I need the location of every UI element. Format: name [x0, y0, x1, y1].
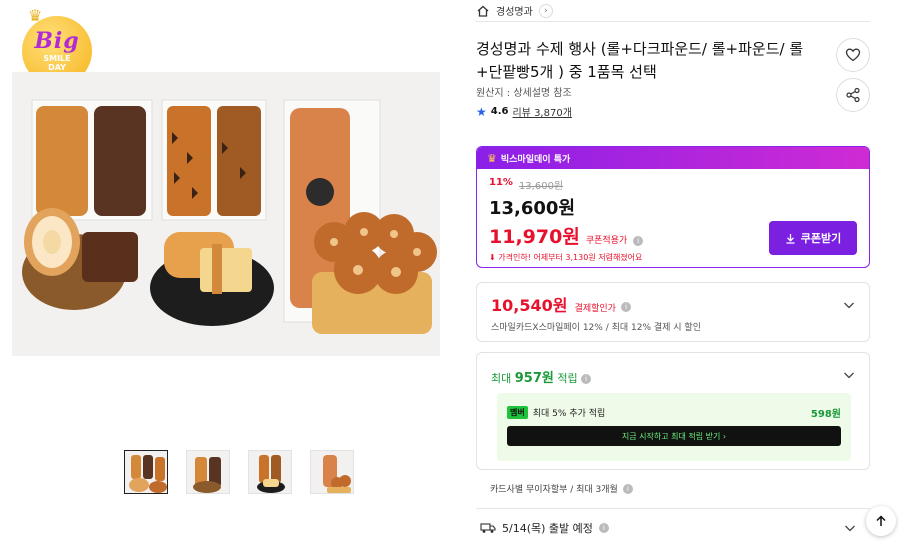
shipping-info[interactable]: 5/14(목) 출발 예정 i: [476, 508, 870, 546]
chevron-down-icon[interactable]: [843, 369, 855, 381]
sale-price: 13,600원: [489, 198, 576, 219]
thumbnail-1[interactable]: [124, 450, 168, 494]
info-icon[interactable]: i: [621, 301, 632, 312]
thumbnail-3[interactable]: [248, 450, 292, 494]
original-price: 13,600원: [518, 181, 564, 192]
card-discount-price: 10,540원: [491, 296, 568, 315]
card-discount-tag: 결제할인가: [574, 304, 616, 314]
installment-info: 카드사별 무이자할부 / 최대 3개월 i: [490, 482, 633, 495]
member-join-button[interactable]: 지금 시작하고 최대 적립 받기 ›: [507, 426, 841, 446]
points-prefix: 최대: [491, 372, 512, 385]
coupon-price-label: 쿠폰적용가: [585, 236, 628, 246]
coupon-download-button[interactable]: 쿠폰받기: [769, 221, 857, 255]
chevron-down-icon[interactable]: [844, 522, 856, 534]
chevron-right-icon[interactable]: ›: [538, 3, 553, 18]
scroll-top-button[interactable]: [866, 506, 896, 536]
member-benefit-box: 멤버 최대 5% 추가 적립 598원 지금 시작하고 최대 적립 받기 ›: [497, 393, 851, 461]
points-header[interactable]: 최대 957원 적립 i: [491, 367, 592, 386]
chevron-down-icon[interactable]: [843, 299, 855, 311]
member-benefit-row: 멤버 최대 5% 추가 적립 598원: [507, 405, 841, 420]
breadcrumb-store-link[interactable]: 경성명과: [496, 3, 533, 18]
review-count-link[interactable]: 리뷰 3,870개: [512, 104, 571, 119]
truck-icon: [480, 522, 496, 533]
discount-rate: 11%: [489, 177, 513, 188]
product-title: 경성명과 수제 행사 (롤+다크파운드/ 롤+파운드/ 롤+단팥빵5개 ) 중 …: [476, 40, 804, 81]
thumbnail-list: [124, 450, 354, 494]
card-discount-description: 스마일카드X스마일페이 12% / 최대 12% 결제 시 할인: [491, 323, 701, 333]
price-down-icon: ⬇: [489, 253, 496, 262]
crown-icon: ♛: [28, 6, 43, 25]
coupon-price: 11,970원: [489, 226, 580, 248]
home-icon[interactable]: [476, 4, 490, 18]
discount-line: 11% 13,600원: [489, 177, 857, 192]
info-icon[interactable]: i: [633, 236, 644, 246]
info-icon[interactable]: i: [581, 374, 592, 384]
share-icon: [846, 87, 860, 103]
thumbnail-4[interactable]: [310, 450, 354, 494]
star-icon: ★: [476, 104, 487, 119]
promo-label: 빅스마일데이 특가: [500, 154, 571, 165]
shipping-date: 5/14(목) 출발 예정: [502, 521, 593, 535]
info-icon[interactable]: i: [622, 483, 633, 494]
origin-info: 원산지 : 상세설명 참조: [476, 88, 572, 99]
badge-line2: DAY: [48, 63, 66, 72]
crown-icon: ♛: [487, 151, 497, 165]
promo-bar: ♛ 빅스마일데이 특가: [477, 147, 869, 169]
product-gallery: ♛ Big SMILE DAY: [0, 0, 460, 546]
share-button[interactable]: [836, 78, 870, 112]
badge-line1: SMILE: [43, 54, 71, 63]
price-note-text: 가격인하! 어제부터 3,130원 저렴해졌어요: [498, 253, 643, 262]
heart-icon: [845, 48, 861, 62]
wishlist-button[interactable]: [836, 38, 870, 72]
breadcrumb: 경성명과 ›: [476, 0, 870, 22]
info-icon[interactable]: i: [598, 522, 609, 533]
member-badge: 멤버: [507, 406, 528, 419]
installment-text: 카드사별 무이자할부 / 최대 3개월: [490, 485, 618, 495]
badge-big-text: Big: [34, 28, 80, 54]
product-details: 경성명과 › 경성명과 수제 행사 (롤+다크파운드/ 롤+파운드/ 롤+단팥빵…: [476, 0, 870, 546]
rating-score: 4.6: [490, 106, 509, 117]
promo-price-box: ♛ 빅스마일데이 특가 11% 13,600원 13,600원 11,970원 …: [476, 146, 870, 268]
rating-summary: ★ 4.6 리뷰 3,870개: [476, 104, 572, 120]
card-discount-box[interactable]: 10,540원 결제할인가 i 스마일카드X스마일페이 12% / 최대 12%…: [476, 282, 870, 342]
member-benefit-text: 최대 5% 추가 적립: [532, 409, 606, 419]
main-product-image[interactable]: [12, 72, 440, 356]
points-amount: 957원: [514, 371, 554, 386]
coupon-button-label: 쿠폰받기: [800, 232, 842, 245]
arrow-up-icon: [876, 515, 886, 526]
thumbnail-2[interactable]: [186, 450, 230, 494]
badge-sub-text: SMILE DAY: [20, 54, 94, 72]
points-suffix: 적립: [557, 372, 578, 385]
points-box: 최대 957원 적립 i 멤버 최대 5% 추가 적립 598원 지금 시작하고…: [476, 352, 870, 470]
card-discount-price-line: 10,540원 결제할인가 i: [491, 292, 855, 316]
download-icon: [786, 233, 795, 244]
member-benefit-amount: 598원: [810, 409, 841, 420]
